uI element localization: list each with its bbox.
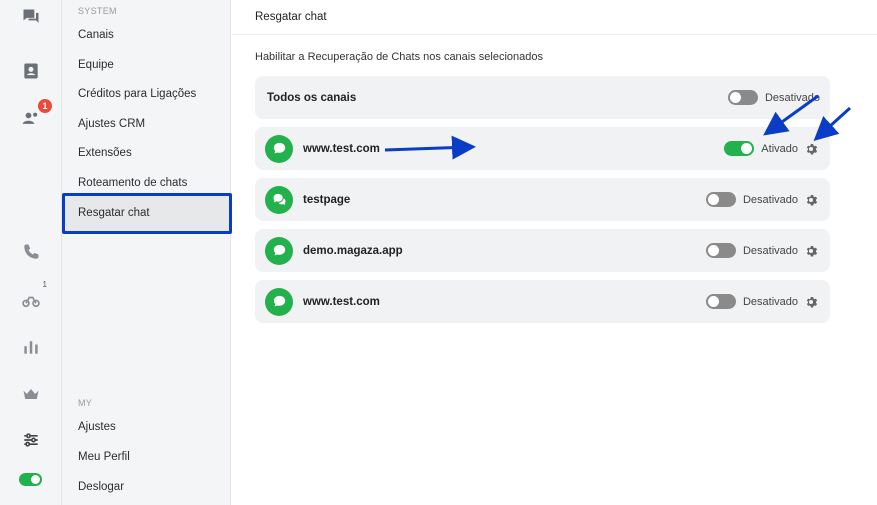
system-section-label: SYSTEM xyxy=(78,6,117,16)
menu-item-deslogar[interactable]: Deslogar xyxy=(62,474,231,500)
menu-item-canais[interactable]: Canais xyxy=(62,22,231,48)
online-status-toggle[interactable] xyxy=(19,473,42,486)
channel-status: Ativado xyxy=(761,142,798,155)
chats-icon[interactable] xyxy=(19,5,43,29)
gear-icon[interactable] xyxy=(804,193,818,207)
all-channels-label: Todos os canais xyxy=(267,91,357,104)
chat-bubble-icon xyxy=(265,236,293,265)
channel-name: testpage xyxy=(303,193,351,206)
menu-item-resgatar-chat[interactable]: Resgatar chat xyxy=(62,194,230,232)
menu-item-roteamento[interactable]: Roteamento de chats xyxy=(62,170,231,196)
bike-count: 1 xyxy=(42,280,47,289)
channel-controls: Desativado xyxy=(705,178,818,221)
menu-item-extensoes[interactable]: Extensões xyxy=(62,140,231,166)
channel-status: Desativado xyxy=(742,295,798,308)
menu-item-creditos[interactable]: Créditos para Ligações xyxy=(62,81,231,107)
channel-toggle[interactable] xyxy=(705,243,736,258)
channel-controls: Desativado xyxy=(705,229,818,272)
channel-name: www.test.com xyxy=(303,295,380,308)
all-channels-status: Desativado xyxy=(764,91,820,104)
analytics-icon[interactable] xyxy=(19,335,43,359)
menu-item-meu-perfil[interactable]: Meu Perfil xyxy=(62,444,231,470)
page-description: Habilitar a Recuperação de Chats nos can… xyxy=(255,51,544,63)
channel-toggle[interactable] xyxy=(724,141,755,156)
settings-menu: SYSTEM Canais Equipe Créditos para Ligaç… xyxy=(62,0,231,505)
title-divider xyxy=(232,34,877,35)
channel-status: Desativado xyxy=(742,193,798,206)
page-title: Resgatar chat xyxy=(255,11,327,23)
channel-row: www.test.com Ativado xyxy=(255,127,830,170)
all-channels-controls: Desativado xyxy=(727,76,820,119)
notification-badge: 1 xyxy=(38,99,52,113)
bike-icon[interactable]: 1 xyxy=(19,280,47,312)
menu-item-ajustes[interactable]: Ajustes xyxy=(62,414,231,440)
channel-row: testpage Desativado xyxy=(255,178,830,221)
channel-row: demo.magaza.app Desativado xyxy=(255,229,830,272)
main-content: Resgatar chat Habilitar a Recuperação de… xyxy=(231,0,877,505)
crown-icon[interactable] xyxy=(19,382,43,406)
settings-sliders-icon[interactable] xyxy=(19,428,43,452)
all-channels-toggle[interactable] xyxy=(727,90,758,105)
gear-icon[interactable] xyxy=(804,142,818,156)
chat-bubbles-icon xyxy=(265,185,293,214)
gear-icon[interactable] xyxy=(804,244,818,258)
all-channels-row: Todos os canais Desativado xyxy=(255,76,830,119)
channel-name: www.test.com xyxy=(303,142,380,155)
menu-item-equipe[interactable]: Equipe xyxy=(62,52,231,78)
visitors-icon[interactable]: 1 xyxy=(19,99,52,130)
channel-toggle[interactable] xyxy=(705,192,736,207)
channel-name: demo.magaza.app xyxy=(303,244,403,257)
channel-controls: Desativado xyxy=(705,280,818,323)
chat-bubble-icon xyxy=(265,134,293,163)
my-section-label: MY xyxy=(78,398,93,408)
channel-row: www.test.com Desativado xyxy=(255,280,830,323)
icon-rail: 1 1 xyxy=(0,0,62,505)
phone-icon[interactable] xyxy=(19,240,43,264)
chat-bubble-icon xyxy=(265,287,293,316)
contacts-icon[interactable] xyxy=(19,59,43,83)
channel-toggle[interactable] xyxy=(705,294,736,309)
gear-icon[interactable] xyxy=(804,295,818,309)
channel-controls: Ativado xyxy=(724,127,818,170)
menu-item-ajustes-crm[interactable]: Ajustes CRM xyxy=(62,111,231,137)
channel-status: Desativado xyxy=(742,244,798,257)
